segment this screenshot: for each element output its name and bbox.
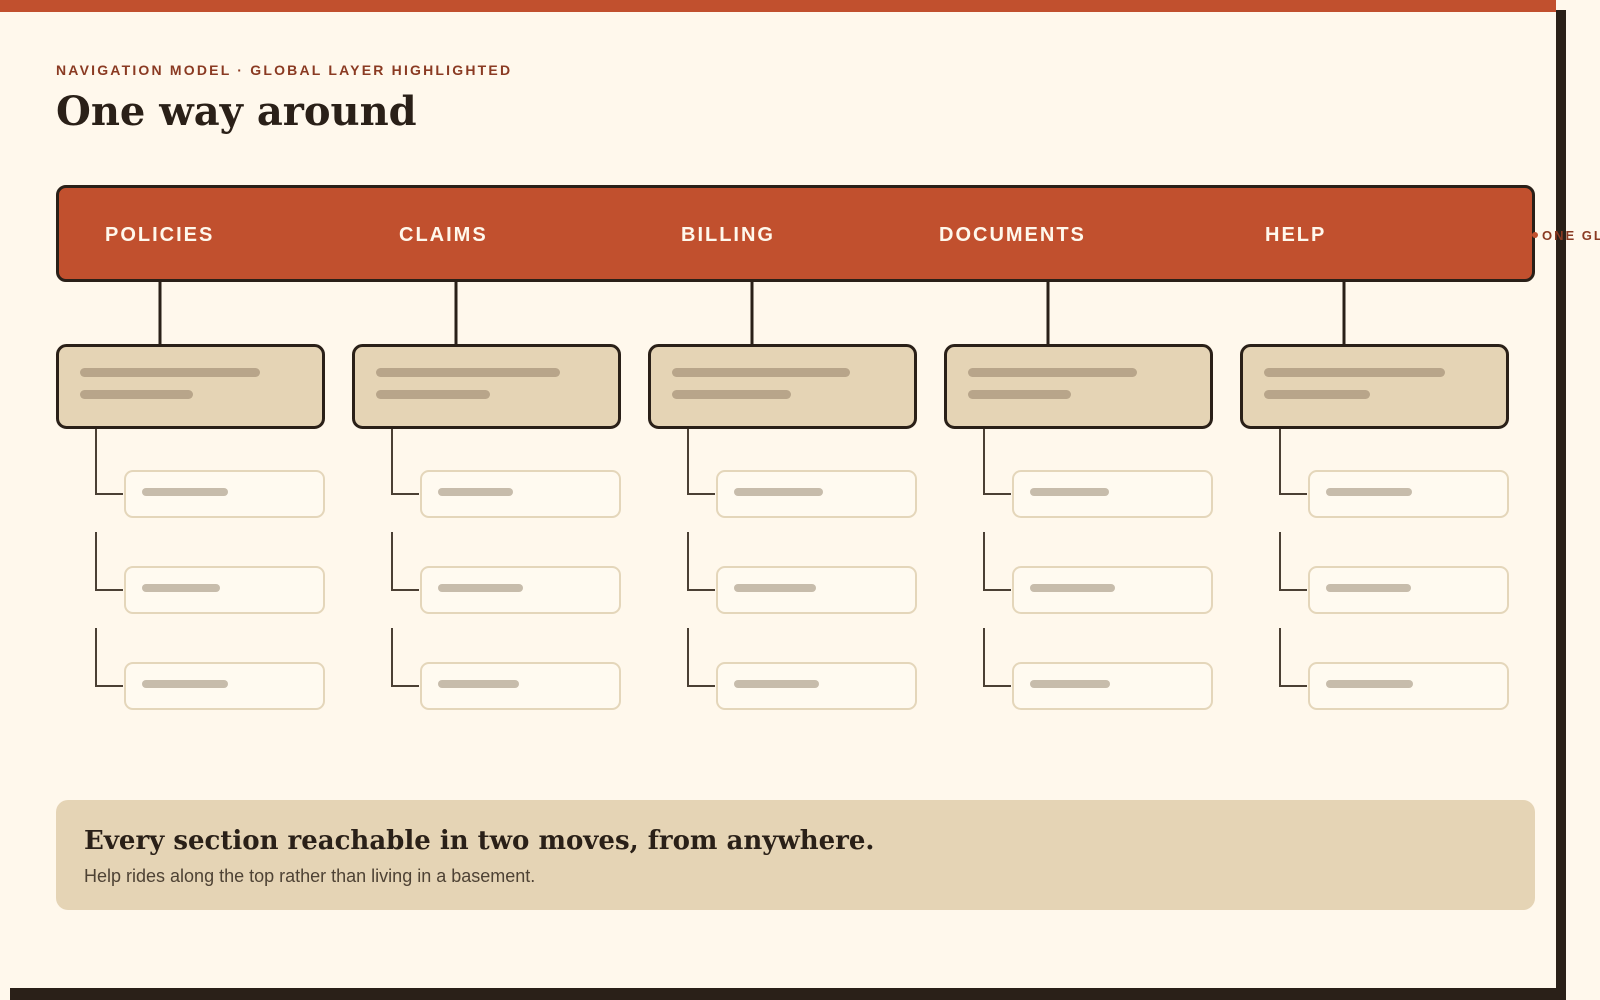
child-page-label-placeholder <box>734 680 819 688</box>
child-connector <box>95 628 123 687</box>
child-connector <box>983 628 1011 687</box>
nav-item-policies[interactable]: POLICIES <box>105 224 214 247</box>
child-page-label-placeholder <box>1030 488 1109 496</box>
section-subtitle-placeholder <box>376 390 490 399</box>
child-page-label-placeholder <box>438 488 513 496</box>
summary-callout: Every section reachable in two moves, fr… <box>56 800 1535 910</box>
child-connector <box>687 628 715 687</box>
child-connector <box>95 429 123 495</box>
section-subtitle-placeholder <box>1264 390 1370 399</box>
global-layer-note: ONE GL <box>1532 228 1600 243</box>
child-page-label-placeholder <box>438 680 519 688</box>
section-card-billing <box>648 344 917 429</box>
nav-item-claims[interactable]: CLAIMS <box>399 224 488 247</box>
child-page-label-placeholder <box>1030 584 1115 592</box>
nav-item-documents[interactable]: DOCUMENTS <box>939 224 1086 247</box>
section-title-placeholder <box>672 368 850 377</box>
global-nav-bar: POLICIES CLAIMS BILLING DOCUMENTS HELP <box>56 185 1535 282</box>
section-title-placeholder <box>80 368 260 377</box>
child-connector <box>391 429 419 495</box>
section-subtitle-placeholder <box>672 390 791 399</box>
child-page-label-placeholder <box>1326 488 1412 496</box>
section-title-placeholder <box>968 368 1137 377</box>
child-connector <box>687 429 715 495</box>
child-page-label-placeholder <box>142 488 228 496</box>
section-card-documents <box>944 344 1213 429</box>
child-connector <box>1279 429 1307 495</box>
child-connector <box>391 532 419 591</box>
section-title-placeholder <box>376 368 560 377</box>
child-page-label-placeholder <box>734 584 816 592</box>
section-card-help <box>1240 344 1509 429</box>
child-connector <box>983 429 1011 495</box>
child-page-label-placeholder <box>438 584 523 592</box>
child-page-label-placeholder <box>1326 680 1413 688</box>
section-subtitle-placeholder <box>80 390 193 399</box>
section-subtitle-placeholder <box>968 390 1071 399</box>
child-page-label-placeholder <box>1030 680 1110 688</box>
child-connector <box>1279 532 1307 591</box>
nav-item-help[interactable]: HELP <box>1265 224 1326 247</box>
child-connector <box>687 532 715 591</box>
child-connector <box>1279 628 1307 687</box>
child-connector <box>391 628 419 687</box>
child-page-label-placeholder <box>734 488 823 496</box>
section-card-policies <box>56 344 325 429</box>
section-card-claims <box>352 344 621 429</box>
child-page-label-placeholder <box>142 584 220 592</box>
child-page-label-placeholder <box>142 680 228 688</box>
nav-item-billing[interactable]: BILLING <box>681 224 775 247</box>
child-connector <box>95 532 123 591</box>
child-connector <box>983 532 1011 591</box>
child-page-label-placeholder <box>1326 584 1411 592</box>
summary-headline: Every section reachable in two moves, fr… <box>84 826 875 856</box>
summary-subtext: Help rides along the top rather than liv… <box>84 866 536 886</box>
section-title-placeholder <box>1264 368 1445 377</box>
